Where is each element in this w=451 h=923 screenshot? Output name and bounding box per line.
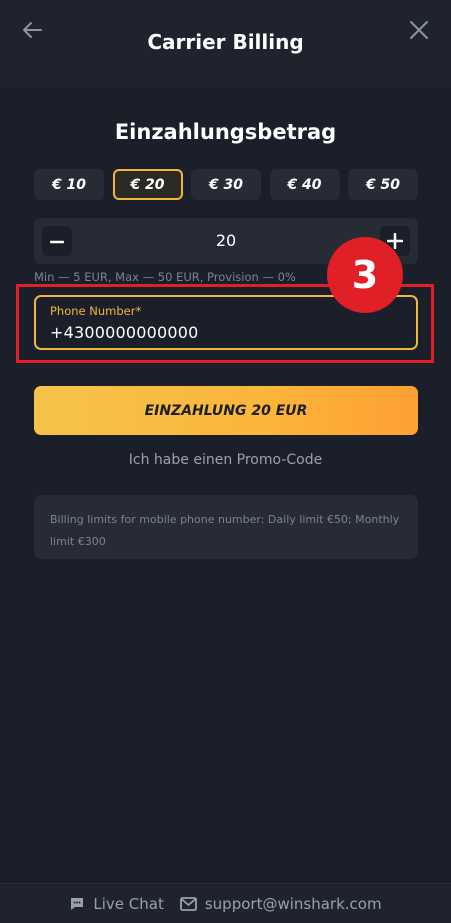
deposit-amount-title: Einzahlungsbetrag (114, 120, 337, 144)
support-email-label: support@winshark.com (204, 894, 382, 913)
close-icon (409, 20, 429, 44)
page-title: Carrier Billing (147, 30, 304, 54)
promo-code-link[interactable]: Ich habe einen Promo-Code (0, 452, 451, 468)
phone-number-label: Phone Number* (50, 304, 142, 318)
billing-limits-info: Billing limits for mobile phone number: … (34, 495, 418, 559)
phone-number-input[interactable]: +4300000000000 (50, 323, 199, 342)
footer: Live Chat support@winshark.com (0, 883, 451, 923)
amount-option-30[interactable]: € 30 (191, 169, 261, 200)
close-button[interactable] (405, 18, 433, 46)
amount-option-10[interactable]: € 10 (34, 169, 104, 200)
amount-option-20[interactable]: € 20 (112, 169, 183, 200)
amount-options: € 10 € 20 € 30 € 40 € 50 (34, 169, 418, 200)
support-email-link[interactable]: support@winshark.com (179, 894, 382, 913)
step-number-badge: 3 (327, 237, 403, 313)
amount-option-40[interactable]: € 40 (269, 169, 340, 200)
amount-limits-text: Min — 5 EUR, Max — 50 EUR, Provision — 0… (34, 270, 296, 284)
header: Carrier Billing (0, 0, 451, 88)
deposit-button[interactable]: EINZAHLUNG 20 EUR (34, 386, 418, 435)
chat-icon (69, 896, 85, 912)
live-chat-link[interactable]: Live Chat (69, 894, 164, 913)
live-chat-label: Live Chat (93, 894, 164, 913)
amount-option-50[interactable]: € 50 (348, 169, 418, 200)
mail-icon (179, 896, 197, 911)
